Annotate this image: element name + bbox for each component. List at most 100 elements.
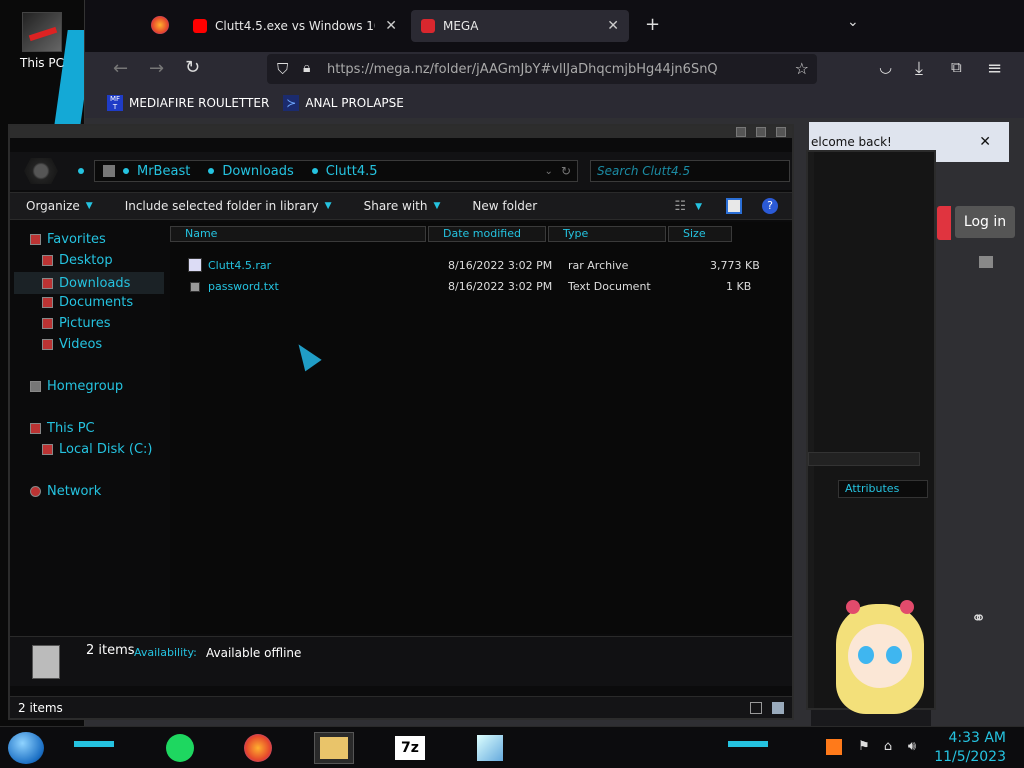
organize-button[interactable]: Organize ▼ [10,199,109,213]
share-with-button[interactable]: Share with ▼ [348,199,457,213]
address-dropdown-icon[interactable]: ⌄ [545,166,553,177]
bookmark-label: MEDIAFIRE ROULETTER [129,96,270,110]
nav-pictures[interactable]: Pictures [42,316,110,331]
column-header-type[interactable]: Type [548,226,666,242]
pocket-icon[interactable]: ◡ [879,58,892,76]
rar-archive-icon [188,258,202,272]
file-row[interactable]: Clutt4.5.rar 8/16/2022 3:02 PM rar Archi… [170,256,792,276]
refresh-icon[interactable]: ↻ [561,164,571,178]
nav-downloads[interactable]: Downloads [14,272,164,294]
details-pane: 2 items Availability: Available offline [10,636,792,686]
chevron-down-icon: ▼ [324,201,332,211]
network-icon[interactable]: ⌂ [880,739,896,755]
downloads-icon[interactable]: ⤓ [915,58,923,79]
flag-icon[interactable]: ⚑ [856,739,872,755]
close-notification-icon[interactable]: ✕ [979,134,991,150]
extensions-icon[interactable]: ⧉ [951,58,962,76]
attributes-column-header[interactable]: Attributes [838,480,928,498]
taskbar-decoration [728,741,768,747]
column-header-size[interactable]: Size [668,226,732,242]
include-in-library-button[interactable]: Include selected folder in library ▼ [109,199,348,213]
image-icon[interactable] [979,256,993,268]
mega-red-button[interactable] [937,206,951,240]
taskbar-firefox[interactable] [238,732,278,764]
folder-icon [320,737,348,759]
tab-youtube[interactable]: Clutt4.5.exe vs Windows 10 (Do... ✕ [183,10,407,42]
firefox-icon[interactable] [151,16,169,34]
breadcrumb-mrbeast[interactable]: MrBeast [137,164,190,179]
nav-this-pc[interactable]: This PC [30,421,95,436]
taskbar-file-explorer[interactable] [314,732,354,764]
nav-label: Homegroup [47,379,124,394]
column-header-name[interactable]: Name [170,226,426,242]
taskbar-7zip[interactable]: 7z [390,732,430,764]
nav-favorites[interactable]: Favorites [30,232,106,247]
minimize-button[interactable] [736,127,746,137]
nav-homegroup[interactable]: Homegroup [30,379,123,394]
url-bar[interactable]: ⛉ 🔒︎ https://mega.nz/folder/jAAGmJbY#vll… [267,54,817,84]
menu-hamburger-icon[interactable]: ≡ [987,58,1002,79]
item-count: 2 items [86,643,135,658]
file-row[interactable]: password.txt 8/16/2022 3:02 PM Text Docu… [170,277,792,297]
navigation-bar: ← → ↻ ⛉ 🔒︎ https://mega.nz/folder/jAAGmJ… [85,52,1024,88]
details-view-icon[interactable] [750,702,762,714]
history-dot-icon[interactable] [78,168,84,174]
shield-icon[interactable]: ⛉ [277,60,288,78]
include-label: Include selected folder in library [124,199,319,213]
bookmark-mediafire-rouletter[interactable]: MF T MEDIAFIRE ROULETTER [107,95,269,111]
bookmark-favicon-icon: ≻ [283,95,300,111]
lock-icon[interactable]: 🔒︎ [303,60,310,76]
desktop-icon-this-pc[interactable]: This PC [14,12,70,70]
column-header-date-modified[interactable]: Date modified [428,226,546,242]
close-tab-icon[interactable]: ✕ [385,18,397,34]
large-icons-view-icon[interactable] [772,702,784,714]
change-view-icon[interactable]: ☷ [674,199,686,214]
volume-icon[interactable]: 🔊︎ [904,739,920,755]
nav-desktop[interactable]: Desktop [42,253,113,268]
file-date: 8/16/2022 3:02 PM [448,259,553,272]
bookmarks-toolbar: MF T MEDIAFIRE ROULETTER ≻ ANAL PROLAPSE [85,88,1024,118]
sticker-eye [858,646,874,664]
link-icon[interactable]: ⚭ [971,608,986,629]
tray-app-icon[interactable] [826,739,842,755]
breadcrumb-clutt[interactable]: Clutt4.5 [326,164,378,179]
taskbar-spotify[interactable] [160,732,200,764]
reload-icon[interactable]: ↻ [185,57,200,78]
favorites-star-icon [30,234,41,245]
files-thumbnail-icon [32,645,60,679]
clock[interactable]: 4:33 AM 11/5/2023 [934,729,1006,767]
nav-label: Network [47,484,102,499]
back-icon[interactable]: ← [113,58,128,79]
bookmark-anal-prolapse[interactable]: ≻ ANAL PROLAPSE [283,95,404,111]
list-tabs-chevron-down-icon[interactable]: ⌄ [847,14,859,30]
taskbar-decoration [74,741,114,747]
start-button[interactable] [8,732,44,764]
bookmark-star-icon[interactable]: ☆ [795,59,809,78]
file-date: 8/16/2022 3:02 PM [448,280,553,293]
search-input[interactable]: Search Clutt4.5 [590,160,790,182]
command-bar: Organize ▼ Include selected folder in lib… [10,192,792,220]
new-folder-button[interactable]: New folder [456,199,553,213]
breadcrumb-downloads[interactable]: Downloads [222,164,293,179]
maximize-button[interactable] [756,127,766,137]
view-options-chevron-down-icon[interactable]: ▼ [695,202,702,212]
nav-local-disk[interactable]: Local Disk (C:) [42,442,152,457]
help-icon[interactable]: ? [762,198,778,214]
login-button[interactable]: Log in [955,206,1015,238]
back-forward-orb-icon[interactable] [24,158,58,184]
close-tab-icon[interactable]: ✕ [607,18,619,34]
preview-pane-icon[interactable] [726,198,742,214]
nav-documents[interactable]: Documents [42,295,133,310]
nav-network[interactable]: Network [30,484,101,499]
nav-videos[interactable]: Videos [42,337,102,352]
taskbar-app[interactable] [470,732,510,764]
file-size: 3,773 KB [710,259,760,272]
file-name: password.txt [208,280,279,293]
new-tab-icon[interactable]: + [645,14,660,35]
close-button[interactable] [776,127,786,137]
tab-mega[interactable]: MEGA ✕ [411,10,629,42]
forward-icon[interactable]: → [149,58,164,79]
background-dropdown[interactable] [808,452,920,466]
file-name: Clutt4.5.rar [208,259,272,272]
address-bar[interactable]: MrBeast Downloads Clutt4.5 ⌄ ↻ [94,160,578,182]
